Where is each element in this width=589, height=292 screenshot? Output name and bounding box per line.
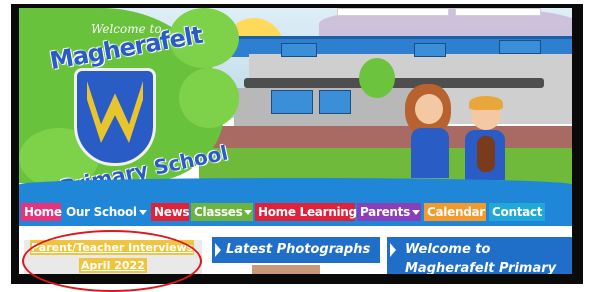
tree-foliage	[179, 68, 239, 128]
nav-label-news: News	[154, 205, 190, 219]
nav-label-parents: Parents	[360, 205, 410, 219]
nav-label-our-school: Our School	[66, 205, 137, 219]
girl-uniform	[411, 128, 449, 178]
nav-label-contact: Contact	[492, 205, 543, 219]
photo-thumbnail[interactable]	[252, 265, 320, 274]
red-annotation-circle	[22, 230, 202, 292]
chevron-down-icon	[138, 210, 147, 215]
latest-photographs-panel: Latest Photographs	[212, 237, 380, 274]
small-tree	[359, 58, 395, 98]
nav-item-home[interactable]: Home	[21, 203, 62, 221]
nav-item-news[interactable]: News	[151, 203, 190, 221]
top-search-box[interactable]	[455, 8, 541, 16]
nav-item-our-school[interactable]: Our School	[63, 203, 149, 221]
nav-label-classes: Classes	[194, 205, 243, 219]
boy-hair	[469, 96, 503, 110]
arrow-right-icon	[390, 243, 396, 257]
nav-item-home-learning[interactable]: Home Learning	[255, 203, 357, 221]
nav-label-home: Home	[24, 205, 62, 219]
nav-label-calendar: Calendar	[427, 205, 485, 219]
welcome-subheading: Magherafelt Primary	[405, 261, 557, 274]
school-crest-icon	[74, 68, 156, 166]
nav-item-parents[interactable]: Parents	[357, 203, 421, 221]
school-window	[319, 90, 351, 114]
school-window	[414, 43, 446, 57]
chevron-down-icon	[244, 210, 253, 215]
main-navigation: Home Our School News Classes Home Learni…	[19, 196, 572, 226]
nav-item-calendar[interactable]: Calendar	[424, 203, 486, 221]
arrow-right-icon	[215, 243, 221, 257]
school-window	[271, 90, 313, 114]
chevron-down-icon	[411, 210, 420, 215]
welcome-heading: Welcome to	[405, 242, 491, 257]
school-window	[281, 43, 317, 57]
nav-item-classes[interactable]: Classes	[191, 203, 253, 221]
latest-photographs-heading[interactable]: Latest Photographs	[212, 237, 380, 263]
crest-chevron	[87, 81, 143, 143]
school-window	[499, 40, 541, 54]
latest-photographs-title: Latest Photographs	[226, 242, 371, 257]
top-utility-box[interactable]	[337, 8, 449, 16]
nav-label-home-learning: Home Learning	[258, 205, 357, 219]
nav-item-contact[interactable]: Contact	[489, 203, 545, 221]
welcome-panel: Welcome to Magherafelt Primary	[387, 237, 572, 274]
cello-illustration	[477, 136, 495, 172]
girl-face	[415, 94, 443, 124]
